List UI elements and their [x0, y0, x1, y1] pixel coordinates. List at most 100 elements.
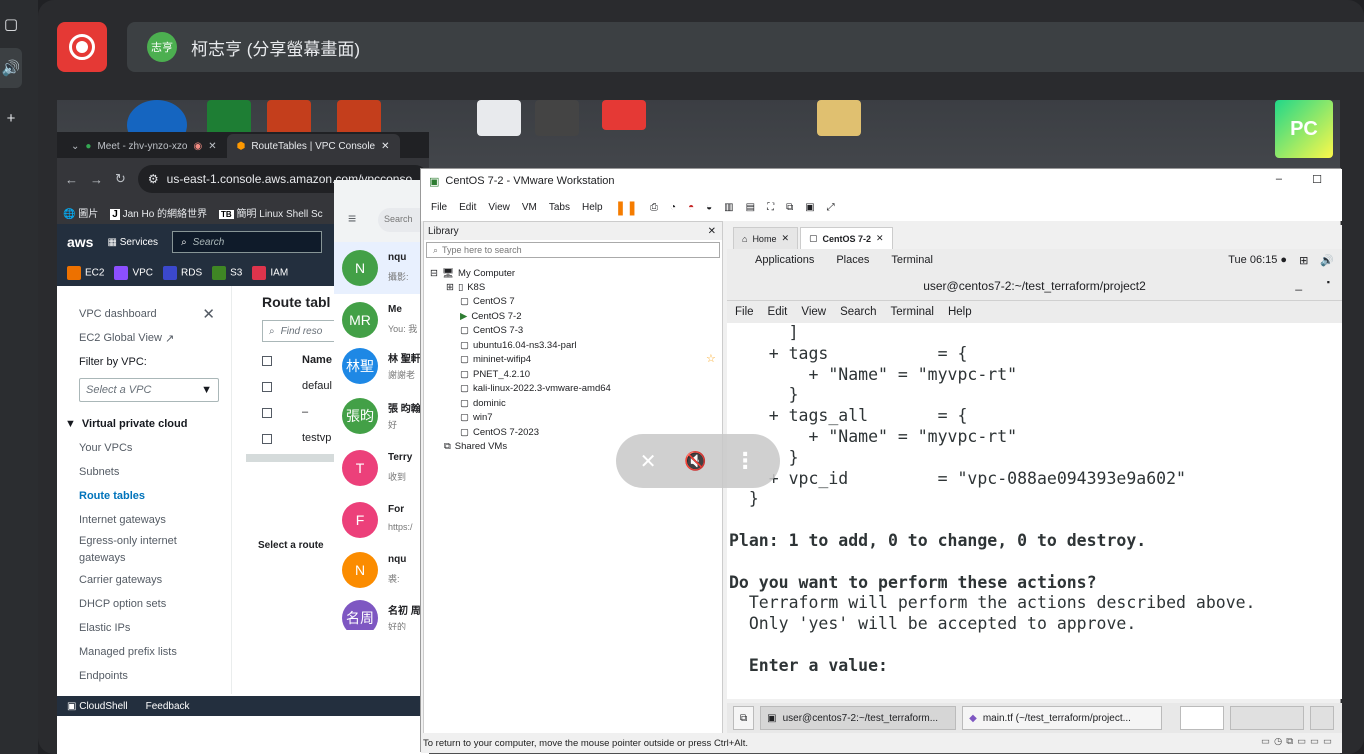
desktop-file[interactable]: 網路安全管理 核心能力圖...: [61, 718, 115, 740]
applications-menu[interactable]: Applications: [755, 254, 814, 266]
speaker-icon[interactable]: 🔊: [0, 48, 22, 88]
unpin-icon[interactable]: ✕: [640, 449, 657, 474]
file-icon[interactable]: [535, 100, 579, 136]
close-icon[interactable]: ✕: [708, 226, 716, 237]
service-rds[interactable]: RDS: [163, 266, 202, 280]
pycharm-icon[interactable]: PC: [1275, 100, 1333, 158]
menu-vm[interactable]: VM: [522, 202, 537, 213]
service-iam[interactable]: IAM: [252, 266, 288, 280]
taskbar-editor[interactable]: ◆ main.tf (~/test_terraform/project...: [962, 706, 1163, 730]
tree-item[interactable]: ▶ CentOS 7-2: [460, 309, 521, 323]
menu-view[interactable]: View: [488, 202, 510, 213]
terminal-menu-search[interactable]: Search: [840, 306, 876, 318]
library-view-icon[interactable]: ▥: [724, 202, 733, 213]
snapshot-icon[interactable]: ◔: [670, 202, 676, 213]
terminal-output[interactable]: ] + tags = { + "Name" = "myvpc-rt" } + t…: [727, 323, 1342, 699]
nav-internet-gateways[interactable]: Internet gateways: [79, 508, 231, 532]
file-icon[interactable]: [477, 100, 521, 136]
close-icon[interactable]: ✕: [381, 141, 389, 152]
tree-item[interactable]: ▢ PNET_4.2.10: [460, 367, 530, 381]
chat-item[interactable]: F For https:/: [334, 494, 424, 546]
minimize-icon[interactable]: –: [1276, 173, 1282, 185]
tree-item[interactable]: ⧉ Shared VMs: [444, 439, 507, 453]
tree-item[interactable]: ▢ ubuntu16.04-ns3.34-parl: [460, 338, 577, 352]
minimize-icon[interactable]: _: [1295, 277, 1302, 291]
excel-icon[interactable]: [207, 100, 251, 136]
tab-home[interactable]: ⌂ Home ✕: [733, 227, 798, 249]
network-icon[interactable]: ⊞: [1299, 254, 1308, 267]
workspace-1[interactable]: [1180, 706, 1225, 730]
volume-icon[interactable]: 🔊: [1320, 254, 1334, 267]
manage-snapshots-icon[interactable]: ◒: [706, 202, 712, 213]
tree-item[interactable]: ▢ CentOS 7-2023: [460, 425, 539, 439]
library-search[interactable]: ⌕ Type here to search: [426, 242, 720, 258]
device-icons[interactable]: ▭◷⧉▭▭▭: [1261, 736, 1336, 747]
terminal-menu-file[interactable]: File: [735, 306, 754, 318]
bookmark-item[interactable]: J Jan Ho 的網絡世界: [110, 205, 207, 220]
thumbnail-icon[interactable]: ▤: [746, 202, 755, 213]
tab-route-tables[interactable]: ⬢ RouteTables | VPC Console ✕: [226, 134, 400, 158]
pause-icon[interactable]: ❚❚: [615, 199, 638, 216]
unity-icon[interactable]: ⧉: [786, 202, 793, 213]
workspace-3[interactable]: [1310, 706, 1335, 730]
chat-item[interactable]: 林聖林 聖軒 謝謝老: [334, 340, 424, 392]
bookmark-item[interactable]: 🌐 圖片: [63, 205, 98, 220]
powerpoint-icon[interactable]: [337, 100, 381, 136]
maximize-icon[interactable]: ▪: [1327, 277, 1330, 287]
service-s3[interactable]: S3: [212, 266, 242, 280]
tab-meet[interactable]: ⌄ ● Meet - zhv-ynzo-xzo ◉ ✕: [61, 134, 227, 158]
row-checkbox[interactable]: [262, 434, 272, 444]
menu-file[interactable]: File: [431, 202, 447, 213]
nav-dhcp-options[interactable]: DHCP option sets: [79, 592, 231, 616]
stretch-icon[interactable]: ⤢: [827, 202, 835, 213]
terminal-menu-help[interactable]: Help: [948, 306, 972, 318]
workspace-2[interactable]: [1230, 706, 1305, 730]
tree-item[interactable]: ▢ CentOS 7: [460, 294, 515, 308]
nav-vpc-dashboard[interactable]: VPC dashboard ✕: [79, 302, 231, 326]
chat-item[interactable]: 張昀張 昀翰好: [334, 390, 424, 442]
tree-item[interactable]: ⊟ 🖥 My Computer: [430, 266, 515, 280]
nav-endpoints[interactable]: Endpoints: [79, 664, 231, 688]
bookmark-item[interactable]: TB 簡明 Linux Shell Sc: [219, 205, 323, 220]
nav-egress-only-gateways[interactable]: Egress-only internet gateways: [79, 532, 199, 568]
tree-item[interactable]: ▢ kali-linux-2022.3-vmware-amd64: [460, 381, 611, 395]
menu-icon[interactable]: ≡: [348, 210, 356, 226]
tree-item[interactable]: ▢ dominic: [460, 396, 506, 410]
cloudshell-button[interactable]: ▣ CloudShell: [67, 701, 128, 712]
forward-icon[interactable]: →: [90, 172, 103, 187]
select-all-checkbox[interactable]: [262, 356, 272, 366]
window-icon[interactable]: ▢: [0, 4, 22, 44]
send-keys-icon[interactable]: ⎙: [650, 202, 658, 213]
row-checkbox[interactable]: [262, 382, 272, 392]
tree-item[interactable]: ⊞ ▯ K8S: [446, 280, 485, 294]
chat-item[interactable]: Nnqu 攝影:: [334, 242, 424, 294]
nav-route-tables[interactable]: Route tables: [79, 484, 231, 508]
close-icon[interactable]: ✕: [876, 233, 884, 244]
terminal-menu-edit[interactable]: Edit: [768, 306, 788, 318]
close-icon[interactable]: ✕: [781, 233, 789, 244]
chat-search[interactable]: Search: [378, 208, 424, 232]
close-icon[interactable]: ✕: [208, 141, 216, 152]
chat-item[interactable]: Nnqu 裘:: [334, 544, 424, 596]
table-cell[interactable]: testvp: [302, 432, 331, 444]
site-info-icon[interactable]: ⚙: [148, 172, 159, 186]
collapse-icon[interactable]: ⊟: [430, 268, 438, 279]
nav-your-vpcs[interactable]: Your VPCs: [79, 436, 231, 460]
row-checkbox[interactable]: [262, 408, 272, 418]
taskbar-terminal[interactable]: ▣ user@centos7-2:~/test_terraform...: [760, 706, 957, 730]
feedback-link[interactable]: Feedback: [146, 701, 190, 712]
service-vpc[interactable]: VPC: [114, 266, 153, 280]
chat-item[interactable]: MR Me You: 我: [334, 294, 424, 346]
nav-carrier-gateways[interactable]: Carrier gateways: [79, 568, 231, 592]
nav-prefix-lists[interactable]: Managed prefix lists: [79, 640, 231, 664]
tree-item[interactable]: ▢ win7: [460, 410, 493, 424]
show-desktop-button[interactable]: ⧉: [733, 706, 755, 730]
desktop-file[interactable]: sublime_text...: [343, 718, 401, 728]
record-button[interactable]: [57, 22, 107, 72]
mute-icon[interactable]: 🔇: [684, 451, 706, 472]
star-icon[interactable]: ☆: [706, 352, 716, 365]
terminal-menu-view[interactable]: View: [801, 306, 826, 318]
menu-edit[interactable]: Edit: [459, 202, 476, 213]
powerpoint-icon[interactable]: [267, 100, 311, 136]
console-icon[interactable]: ▣: [805, 202, 814, 213]
